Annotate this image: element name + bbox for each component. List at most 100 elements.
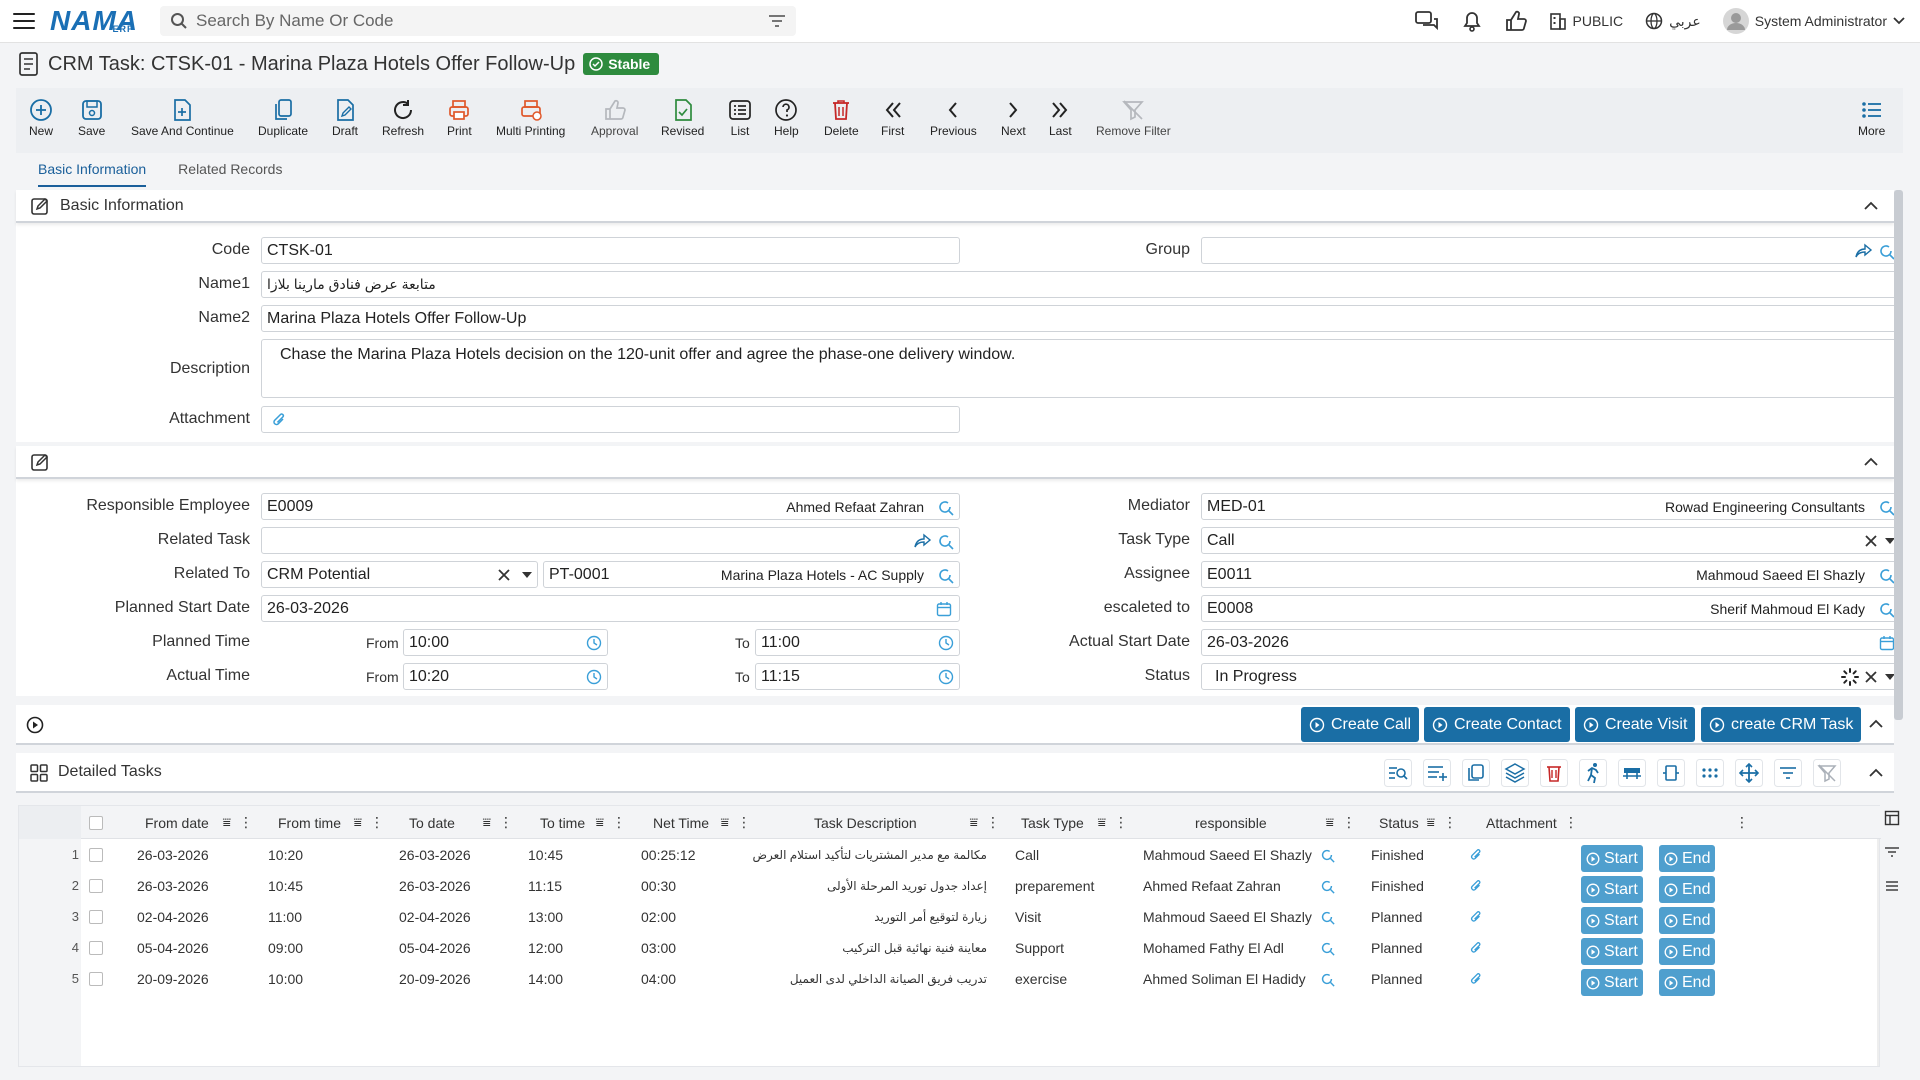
end-button[interactable]: End xyxy=(1659,969,1716,996)
actual-from-time-field[interactable]: 10:20 xyxy=(403,663,608,690)
name1-field[interactable]: متابعة عرض فنادق مارينا بلازا xyxy=(261,271,1901,298)
bell-icon[interactable] xyxy=(1461,10,1483,32)
code-field[interactable]: CTSK-01 xyxy=(261,237,960,264)
list-button[interactable]: List xyxy=(728,96,752,138)
layers-icon[interactable] xyxy=(1501,759,1529,787)
filter-icon[interactable] xyxy=(1774,759,1802,787)
logo[interactable]: NAMA ERP xyxy=(50,7,138,35)
clock-icon[interactable] xyxy=(586,669,602,685)
chevron-up-icon[interactable] xyxy=(1864,201,1878,211)
col-attachment[interactable]: Attachment ⋮ xyxy=(1464,806,1584,839)
chevron-up-icon[interactable] xyxy=(1869,768,1883,778)
col-to-time[interactable]: To time ⩸ ⋮ xyxy=(520,806,632,839)
grid-vscroll[interactable] xyxy=(1877,839,1879,1066)
name2-field[interactable]: Marina Plaza Hotels Offer Follow-Up xyxy=(261,305,1901,332)
kebab-icon[interactable]: ⋮ xyxy=(737,814,751,831)
delete-button[interactable]: Delete xyxy=(824,96,859,138)
lookup-icon[interactable] xyxy=(936,566,954,584)
duplicate-button[interactable]: Duplicate xyxy=(258,96,308,138)
filter-icon[interactable]: ⩸ xyxy=(482,814,491,831)
lookup-icon[interactable] xyxy=(1319,932,1335,963)
language-switch[interactable]: عربي xyxy=(1645,12,1701,30)
menu-icon[interactable] xyxy=(13,13,35,29)
paperclip-icon[interactable] xyxy=(1469,963,1483,994)
col-from-date[interactable]: From date ⩸ ⋮ xyxy=(129,806,259,839)
create-crm-task-button[interactable]: create CRM Task xyxy=(1701,707,1862,742)
end-button[interactable]: End xyxy=(1659,938,1716,965)
kebab-icon[interactable]: ⋮ xyxy=(239,814,253,831)
filter-icon[interactable]: ⩸ xyxy=(1325,814,1334,831)
start-button[interactable]: Start xyxy=(1581,907,1643,934)
lookup-icon[interactable] xyxy=(1319,963,1335,994)
print-button[interactable]: Print xyxy=(447,96,472,138)
col-status[interactable]: Status ⩸ ⋮ xyxy=(1363,806,1463,839)
kebab-icon[interactable]: ⋮ xyxy=(986,814,1000,831)
table-row[interactable]: 4 05-04-2026 09:00 05-04-2026 12:00 03:00 معاي… xyxy=(19,932,1881,965)
revised-button[interactable]: Revised xyxy=(661,96,704,138)
start-button[interactable]: Start xyxy=(1581,845,1643,872)
actual-start-date-field[interactable]: 26-03-2026 xyxy=(1201,629,1901,656)
clock-icon[interactable] xyxy=(586,635,602,651)
table-row[interactable]: 3 02-04-2026 11:00 02-04-2026 13:00 02:00 زيار… xyxy=(19,901,1881,934)
lookup-icon[interactable] xyxy=(936,498,954,516)
actual-to-time-field[interactable]: 11:15 xyxy=(755,663,960,690)
chat-icon[interactable] xyxy=(1414,10,1439,32)
clear-icon[interactable] xyxy=(1865,534,1877,547)
end-button[interactable]: End xyxy=(1659,845,1716,872)
start-button[interactable]: Start xyxy=(1581,938,1643,965)
page-scrollbar[interactable] xyxy=(1894,190,1903,720)
col-to-date[interactable]: To date ⩸ ⋮ xyxy=(391,806,519,839)
table-row[interactable]: 1 26-03-2026 10:20 26-03-2026 10:45 00:25:12 م… xyxy=(19,839,1881,872)
play-circle-icon[interactable] xyxy=(26,716,44,734)
related-task-field[interactable] xyxy=(261,527,960,554)
kebab-icon[interactable]: ⋮ xyxy=(1564,814,1578,831)
kebab-icon[interactable]: ⋮ xyxy=(1114,814,1128,831)
col-task-type[interactable]: Task Type ⩸ ⋮ xyxy=(1007,806,1134,839)
save-button[interactable]: Save xyxy=(78,96,105,138)
clock-icon[interactable] xyxy=(938,635,954,651)
filter-icon[interactable]: ⩸ xyxy=(353,814,362,831)
copy-icon[interactable] xyxy=(1462,759,1490,787)
trash-icon[interactable] xyxy=(1540,759,1568,787)
select-all-checkbox[interactable] xyxy=(89,815,103,830)
filter-icon[interactable] xyxy=(1884,844,1900,860)
lookup-icon[interactable] xyxy=(1877,566,1895,584)
lookup-icon[interactable] xyxy=(1319,870,1335,901)
end-button[interactable]: End xyxy=(1659,876,1716,903)
save-continue-button[interactable]: Save And Continue xyxy=(131,96,234,138)
create-contact-button[interactable]: Create Contact xyxy=(1424,707,1570,742)
remove-filter-button[interactable]: Remove Filter xyxy=(1096,96,1171,138)
related-to-record-field[interactable]: PT-0001 Marina Plaza Hotels - AC Supply xyxy=(543,561,960,588)
thumbs-up-icon[interactable] xyxy=(1505,10,1527,32)
tab-related-records[interactable]: Related Records xyxy=(178,161,282,187)
menu-lines-icon[interactable] xyxy=(1884,878,1900,894)
merge-icon[interactable] xyxy=(1618,759,1646,787)
clear-icon[interactable] xyxy=(1865,670,1877,683)
kebab-icon[interactable]: ⋮ xyxy=(1342,814,1356,831)
lookup-icon[interactable] xyxy=(1877,600,1895,618)
move-icon[interactable] xyxy=(1735,759,1763,787)
filter-icon[interactable]: ⩸ xyxy=(969,814,978,831)
lookup-icon[interactable] xyxy=(1877,242,1895,260)
approval-button[interactable]: Approval xyxy=(591,96,638,138)
mediator-field[interactable]: MED-01 Rowad Engineering Consultants xyxy=(1201,493,1901,520)
col-net-time[interactable]: Net Time ⩸ ⋮ xyxy=(633,806,757,839)
filter-icon[interactable]: ⩸ xyxy=(1097,814,1106,831)
escalated-to-field[interactable]: E0008 Sherif Mahmoud El Kady xyxy=(1201,595,1901,622)
row-checkbox[interactable] xyxy=(89,909,103,924)
run-icon[interactable] xyxy=(1579,759,1607,787)
filter-off-icon[interactable] xyxy=(1813,759,1841,787)
detail-section-header[interactable] xyxy=(16,446,1894,479)
multi-printing-button[interactable]: Multi Printing xyxy=(496,96,565,138)
row-checkbox[interactable] xyxy=(89,847,103,862)
search-list-icon[interactable] xyxy=(1384,759,1412,787)
paperclip-icon[interactable] xyxy=(1469,932,1483,963)
group-field[interactable] xyxy=(1201,237,1901,264)
user-menu[interactable]: System Administrator xyxy=(1722,8,1905,34)
start-button[interactable]: Start xyxy=(1581,876,1643,903)
lookup-icon[interactable] xyxy=(1877,498,1895,516)
start-button[interactable]: Start xyxy=(1581,969,1643,996)
planned-to-time-field[interactable]: 11:00 xyxy=(755,629,960,656)
refresh-button[interactable]: Refresh xyxy=(382,96,424,138)
clock-icon[interactable] xyxy=(938,669,954,685)
